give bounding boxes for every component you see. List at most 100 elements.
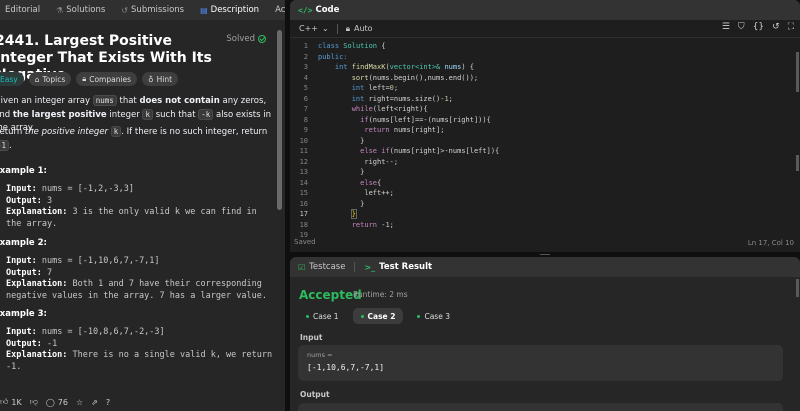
language-select[interactable]: C++	[299, 24, 318, 33]
italic-text: the positive integer	[24, 127, 109, 137]
example-output: Output: -1	[6, 339, 276, 351]
line-number: 11	[299, 147, 308, 155]
example-heading: Example 3:	[0, 309, 47, 319]
braces-icon[interactable]: {}	[753, 22, 764, 32]
token: else	[360, 178, 378, 187]
help-button[interactable]: ?	[106, 398, 110, 407]
tab-solutions-label: Solutions	[66, 5, 106, 15]
text: that	[116, 96, 140, 106]
token: return	[351, 220, 378, 229]
example-output: Output: 3	[6, 196, 276, 208]
example-input: Input: nums = [-1,10,6,7,-7,1]	[6, 256, 276, 268]
history-icon: ↺	[121, 5, 129, 15]
line-number: 16	[299, 199, 308, 208]
hint-tag[interactable]: ♁ Hint	[142, 72, 179, 86]
tag-icon: ⌂	[34, 74, 40, 84]
dislike-button[interactable]: 👎︎	[30, 397, 38, 407]
line-number: 8	[303, 115, 308, 124]
tab-editorial-label: Editorial	[5, 5, 41, 15]
tab-solutions[interactable]: ⚗ Solutions	[51, 0, 110, 20]
tab-description-label: Description	[210, 5, 260, 15]
explanation-key: Explanation:	[6, 279, 68, 289]
output-key: Output:	[6, 195, 42, 206]
case-label: Case 3	[424, 311, 450, 321]
explanation-key: Explanation:	[6, 207, 68, 217]
tab-description[interactable]: ▤ Description	[195, 0, 264, 20]
code-line: 9 return nums[right];	[290, 126, 790, 135]
inline-code: k	[110, 126, 122, 137]
bold-text: the largest positive	[12, 110, 107, 120]
check-circle-icon	[258, 35, 266, 43]
tab-submissions[interactable]: ↺ Submissions	[116, 0, 189, 20]
line-number: 10	[299, 136, 308, 145]
explanation-key: Explanation:	[6, 350, 68, 360]
token: left=	[368, 84, 390, 92]
code-text: sort(nums.begin(),nums.end());	[318, 74, 478, 83]
bookmark-icon[interactable]: ⛉	[738, 22, 745, 32]
document-icon: ▤	[200, 5, 208, 15]
case-tab[interactable]: Case 1	[298, 308, 347, 324]
companies-tag[interactable]: 🔒︎ Companies	[76, 72, 138, 86]
case-label: Case 2	[367, 311, 396, 321]
format-icon[interactable]: ☰	[722, 22, 730, 32]
auto-mode-toggle[interactable]: Auto	[354, 24, 373, 33]
example-explanation: Explanation: Both 1 and 7 have their cor…	[6, 279, 276, 302]
token: nums[right];	[393, 126, 445, 134]
line-number: 2	[303, 52, 308, 61]
case-tab[interactable]: Case 2	[352, 308, 404, 324]
input-box: nums = [-1,10,6,7,-7,1]	[298, 345, 783, 381]
code-icon: </>	[298, 5, 313, 15]
code-text: }	[318, 200, 364, 209]
code-line: 4 sort(nums.begin(),nums.end());	[290, 74, 790, 83]
tab-test-result[interactable]: >_ Test Result	[364, 262, 432, 272]
solved-badge: Solved	[226, 34, 266, 44]
favorite-button[interactable]: ☆	[76, 398, 83, 407]
case-tab[interactable]: Case 3	[409, 308, 458, 324]
topics-tag[interactable]: ⌂ Topics	[28, 72, 72, 86]
like-button[interactable]: 👍︎ 1K	[0, 397, 22, 407]
token: if	[360, 115, 369, 124]
bold-text: does not contain	[139, 96, 220, 106]
token: }	[360, 136, 365, 145]
tab-editorial[interactable]: Editorial	[0, 0, 45, 20]
example-heading: Example 2:	[0, 238, 47, 248]
output-section-label: Output	[300, 390, 330, 399]
token: class	[318, 42, 340, 50]
code-line: 7 while(left<right){	[290, 105, 790, 114]
description-scrollbar[interactable]	[277, 30, 282, 210]
comments-button[interactable]: ◯ 76	[46, 398, 68, 407]
inline-code: -k	[198, 109, 214, 120]
case-label: Case 1	[313, 311, 339, 321]
line-number: 9	[303, 126, 308, 134]
code-text: while(left<right){	[318, 105, 428, 114]
solved-label: Solved	[226, 34, 255, 44]
share-button[interactable]: ⇗	[91, 398, 98, 407]
token: ;	[389, 220, 394, 229]
example-explanation: Explanation: There is no a single valid …	[6, 350, 276, 373]
token: right--;	[364, 157, 399, 166]
expand-icon[interactable]: ⛶	[788, 22, 794, 32]
code-editor[interactable]: 1 class Solution { 2 public: 3 int findMax…	[290, 40, 800, 239]
question-icon: ?	[105, 397, 111, 407]
pass-dot-icon	[417, 314, 421, 318]
code-text: return nums[right];	[318, 126, 444, 135]
example-block: Input: nums = [-1,2,-3,3] Output: 3 Expl…	[6, 184, 276, 230]
result-scrollbar[interactable]	[796, 279, 799, 297]
code-line: 13 }	[290, 168, 790, 177]
token: findMaxK	[351, 63, 386, 71]
result-tab-bar: ☑ Testcase >_ Test Result	[290, 257, 800, 277]
code-line: 3 int findMaxK(vector<int>& nums) {	[290, 63, 790, 72]
inline-code: k	[142, 109, 153, 120]
reset-icon[interactable]: ↺	[772, 22, 780, 32]
comment-count: 76	[57, 397, 68, 407]
tab-accepted[interactable]: Accepte	[270, 0, 285, 20]
code-text: right--;	[318, 158, 398, 167]
code-text: public:	[318, 53, 348, 62]
tab-testcase[interactable]: ☑ Testcase	[298, 262, 345, 272]
editor-scrollbar[interactable]	[796, 52, 799, 92]
token: ;	[393, 84, 399, 92]
code-line: 12 right--;	[290, 158, 790, 167]
input-key: Input:	[6, 184, 37, 194]
editor-scrollbar[interactable]	[796, 155, 799, 171]
text: integer	[106, 110, 143, 120]
